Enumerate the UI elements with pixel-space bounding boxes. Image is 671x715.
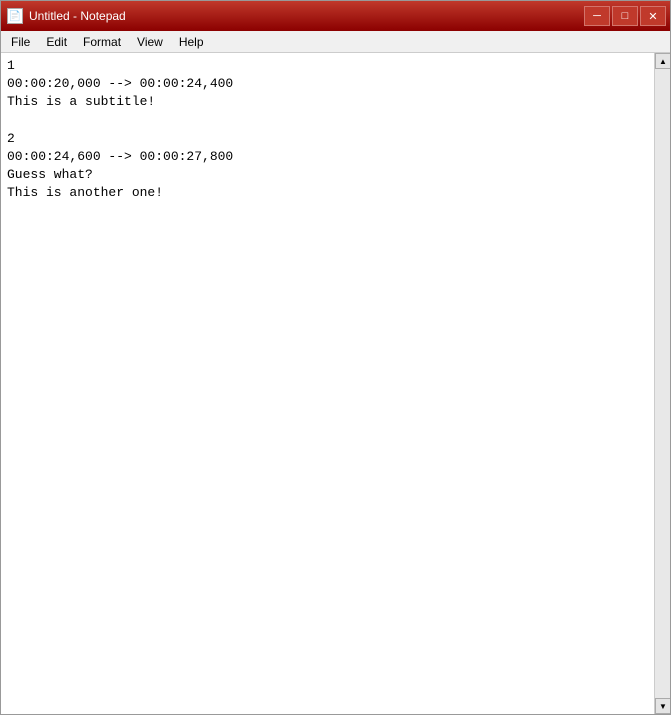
app-icon: 📄: [7, 8, 23, 24]
scrollbar-up-arrow[interactable]: ▲: [655, 53, 670, 69]
menu-format[interactable]: Format: [75, 31, 129, 52]
menu-edit[interactable]: Edit: [38, 31, 75, 52]
title-bar: 📄 Untitled - Notepad ─ □ ✕: [1, 1, 670, 31]
editor-textarea[interactable]: 1 00:00:20,000 --> 00:00:24,400 This is …: [1, 53, 654, 714]
title-bar-left: 📄 Untitled - Notepad: [7, 8, 126, 24]
menu-view[interactable]: View: [129, 31, 171, 52]
window-title: Untitled - Notepad: [29, 9, 126, 23]
window-controls: ─ □ ✕: [584, 6, 666, 26]
close-button[interactable]: ✕: [640, 6, 666, 26]
scrollbar-down-arrow[interactable]: ▼: [655, 698, 670, 714]
editor-container: 1 00:00:20,000 --> 00:00:24,400 This is …: [1, 53, 670, 714]
menu-help[interactable]: Help: [171, 31, 212, 52]
menu-bar: File Edit Format View Help: [1, 31, 670, 53]
menu-file[interactable]: File: [3, 31, 38, 52]
scrollbar[interactable]: ▲ ▼: [654, 53, 670, 714]
minimize-button[interactable]: ─: [584, 6, 610, 26]
maximize-button[interactable]: □: [612, 6, 638, 26]
scrollbar-track[interactable]: [655, 69, 670, 698]
notepad-window: 📄 Untitled - Notepad ─ □ ✕ File Edit For…: [0, 0, 671, 715]
